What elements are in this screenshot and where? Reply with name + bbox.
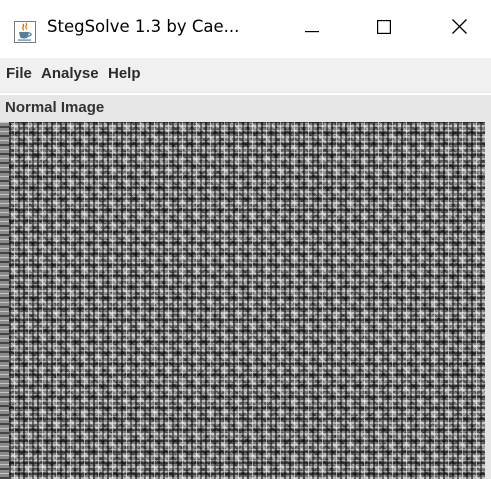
close-button[interactable] [429, 0, 489, 58]
menu-bar: File Analyse Help [0, 58, 491, 92]
minimize-button[interactable] [282, 0, 342, 58]
java-cup-icon [14, 21, 36, 43]
minimize-icon [305, 20, 319, 38]
maximize-icon [377, 19, 392, 39]
window-title: StegSolve 1.3 by Cae... [47, 17, 240, 36]
menu-help[interactable]: Help [108, 65, 141, 82]
menu-file[interactable]: File [6, 65, 32, 82]
panel-edge [485, 122, 491, 479]
title-bar[interactable]: StegSolve 1.3 by Cae... [0, 0, 491, 58]
close-icon [451, 19, 467, 39]
menu-analyse[interactable]: Analyse [41, 65, 99, 82]
image-display[interactable] [9, 122, 485, 479]
image-panel: Normal Image [0, 95, 491, 479]
image-edge [0, 122, 9, 479]
stegsolve-window: StegSolve 1.3 by Cae... File Analyse Hel… [0, 0, 491, 479]
maximize-button[interactable] [354, 0, 414, 58]
image-mode-label: Normal Image [5, 99, 105, 116]
